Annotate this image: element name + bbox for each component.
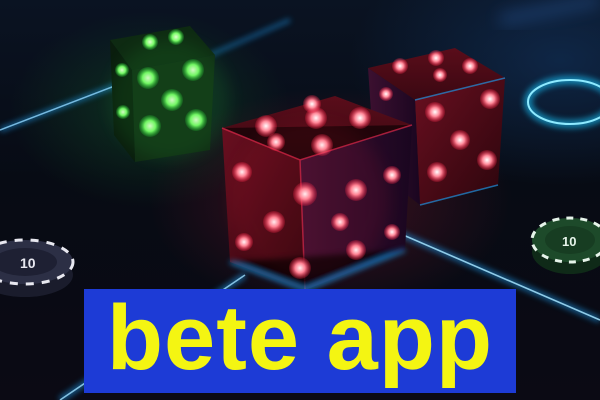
chip-label: 10 <box>562 234 576 249</box>
red-neon-die-front <box>221 95 413 292</box>
green-neon-die <box>110 26 230 162</box>
promo-banner: 10 10 bete app <box>0 0 600 400</box>
casino-chip-left: 10 <box>0 238 75 297</box>
casino-chip-right: 10 <box>530 216 600 274</box>
chip-label: 10 <box>20 255 36 271</box>
banner-title: bete app <box>106 287 494 389</box>
